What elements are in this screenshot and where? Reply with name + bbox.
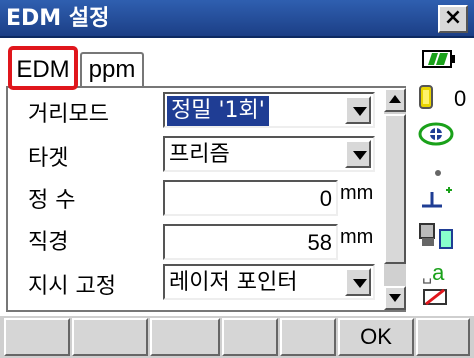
diameter-value: 58 [307, 230, 332, 255]
input-mode-label: a [432, 260, 445, 285]
softkey-bar: OK [0, 316, 474, 358]
tribrach-icon [418, 184, 454, 216]
title-bar: EDM 설정 × [0, 0, 474, 38]
tab-edm[interactable]: EDM [8, 46, 78, 90]
constant-input[interactable]: 0 [163, 180, 338, 216]
prism-constant-value: 0 [454, 86, 467, 111]
dot-icon [434, 162, 442, 181]
target-select[interactable]: 프리즘 [163, 136, 375, 172]
diameter-label: 직경 [28, 230, 69, 255]
target-eye-icon [418, 122, 454, 150]
vertical-scrollbar[interactable] [384, 88, 406, 310]
distance-mode-value: 정밀 '1회' [167, 96, 269, 126]
target-label: 타겟 [28, 146, 69, 171]
target-value: 프리즘 [169, 142, 230, 167]
diameter-unit: mm [340, 226, 374, 248]
pen-icon [422, 286, 452, 312]
softkey-7[interactable] [416, 318, 470, 356]
scroll-down-button[interactable] [384, 286, 406, 310]
scroll-thumb[interactable] [384, 114, 406, 264]
scroll-up-button[interactable] [384, 88, 406, 112]
softkey-1[interactable] [4, 318, 70, 356]
ok-button[interactable]: OK [338, 318, 414, 356]
distance-mode-select[interactable]: 정밀 '1회' [163, 92, 375, 128]
constant-unit: mm [340, 182, 374, 204]
status-column: 0 ␣a [414, 38, 474, 314]
indicator-value: 레이저 포인터 [169, 270, 298, 295]
softkey-3[interactable] [150, 318, 220, 356]
softkey-2[interactable] [72, 318, 148, 356]
softkey-5[interactable] [280, 318, 336, 356]
tab-strip: ppm EDM [0, 38, 400, 90]
input-mode-icon: ␣a [422, 260, 445, 285]
diameter-input[interactable]: 58 [163, 224, 338, 260]
prism-icon [418, 84, 434, 114]
instrument-icon [418, 222, 456, 254]
indicator-label: 지시 고정 [28, 274, 116, 299]
softkey-4[interactable] [222, 318, 278, 356]
distance-mode-label: 거리모드 [28, 102, 109, 127]
indicator-select[interactable]: 레이저 포인터 [163, 264, 375, 300]
target-dropdown-button[interactable] [345, 140, 371, 168]
settings-panel: 거리모드 정밀 '1회' 타겟 프리즘 정 수 0 mm 직경 58 mm 지시… [6, 86, 406, 312]
tab-ppm[interactable]: ppm [80, 52, 144, 88]
window-title: EDM 설정 [6, 6, 110, 31]
distance-mode-dropdown-button[interactable] [345, 96, 371, 124]
constant-label: 정 수 [28, 188, 76, 213]
constant-value: 0 [319, 186, 332, 211]
indicator-dropdown-button[interactable] [345, 268, 371, 296]
battery-icon [422, 50, 456, 72]
close-button[interactable]: × [438, 5, 468, 33]
